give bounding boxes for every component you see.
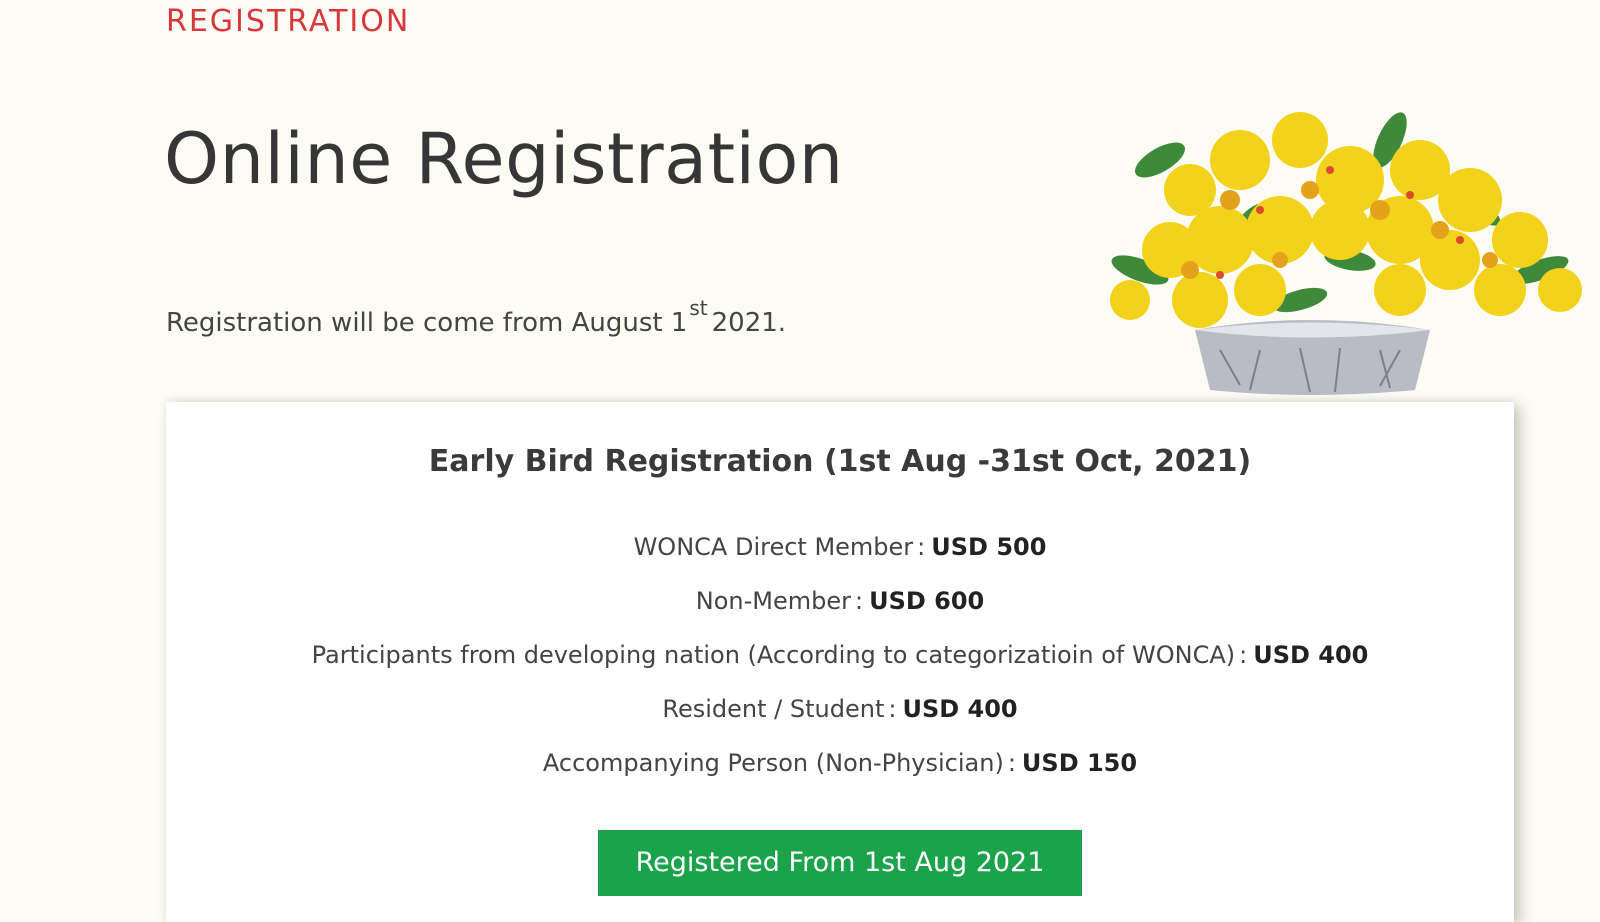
fee-separator: :: [888, 695, 897, 723]
fee-row: WONCA Direct Member: USD 500: [166, 520, 1514, 574]
fee-row: Resident / Student: USD 400: [166, 682, 1514, 736]
registration-intro: Registration will be come from August 1s…: [166, 296, 786, 338]
fee-separator: :: [1239, 641, 1248, 669]
fee-price: USD 600: [869, 587, 985, 615]
fee-separator: :: [1007, 749, 1016, 777]
fee-label: Participants from developing nation (Acc…: [311, 641, 1236, 669]
fee-price: USD 150: [1021, 749, 1138, 777]
flower-bouquet-image: [1110, 112, 1582, 395]
fee-row: Non-Member: USD 600: [166, 574, 1514, 628]
intro-text-after: 2021.: [711, 308, 787, 338]
fee-label: Accompanying Person (Non-Physician): [542, 749, 1004, 777]
fee-list: WONCA Direct Member: USD 500 Non-Member: U…: [166, 520, 1514, 790]
fee-label: Resident / Student: [662, 695, 885, 723]
early-bird-card: Early Bird Registration (1st Aug -31st O…: [166, 402, 1514, 922]
page-title: Online Registration: [164, 118, 844, 200]
intro-text-before: Registration will be come from August 1: [166, 308, 688, 338]
fee-separator: :: [854, 587, 864, 615]
card-title: Early Bird Registration (1st Aug -31st O…: [428, 444, 1252, 479]
fee-label: WONCA Direct Member: [633, 533, 914, 561]
fee-price: USD 400: [1253, 641, 1369, 669]
intro-superscript: st: [689, 296, 708, 320]
fee-row: Participants from developing nation (Acc…: [166, 628, 1514, 682]
register-button[interactable]: Registered From 1st Aug 2021: [598, 830, 1082, 896]
fee-price: USD 400: [902, 695, 1018, 723]
section-kicker: REGISTRATION: [166, 4, 411, 39]
fee-price: USD 500: [931, 533, 1047, 561]
fee-separator: :: [917, 533, 926, 561]
fee-row: Accompanying Person (Non-Physician): USD …: [166, 736, 1514, 790]
fee-label: Non-Member: [695, 587, 851, 615]
